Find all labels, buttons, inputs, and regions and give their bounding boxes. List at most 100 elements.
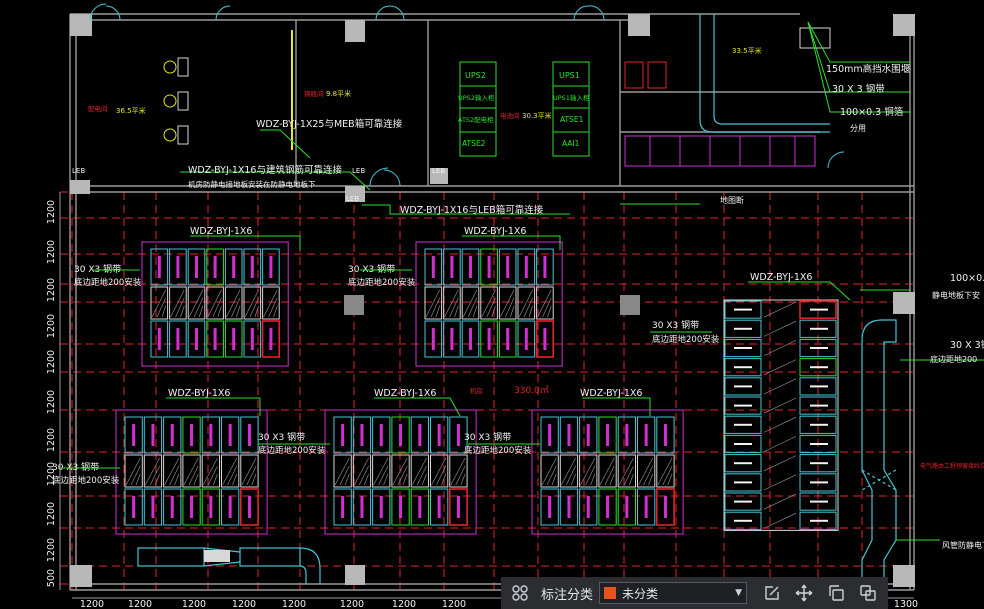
cabinet-label-mark bbox=[506, 256, 510, 278]
cabinet-cable-label: WDZ-BYJ-1X6 bbox=[190, 226, 252, 237]
cabinet-label-mark bbox=[213, 328, 217, 350]
cabinet-mount-label: 底边距地200安装 bbox=[348, 277, 416, 288]
right-rack-cable-label: WDZ-BYJ-1X6 bbox=[750, 272, 812, 283]
right-edge-steel: 30 X 3钢 bbox=[950, 339, 984, 351]
cabinet-label-mark bbox=[586, 424, 590, 446]
cabinet-label-mark bbox=[734, 423, 752, 426]
dimension-label-bottom: 1200 bbox=[282, 599, 306, 609]
dimension-label-left: 1200 bbox=[46, 502, 57, 526]
cabinet-label-mark bbox=[487, 328, 491, 350]
cabinet-label-mark bbox=[269, 328, 273, 350]
dimension-label-left: 1200 bbox=[46, 428, 57, 452]
cabinet-label-mark bbox=[399, 496, 403, 518]
area-left: 36.5平米 bbox=[116, 106, 146, 115]
category-value: 未分类 bbox=[622, 586, 659, 601]
fan-note: 风管防静电下安装 bbox=[942, 540, 984, 550]
grid-icon[interactable] bbox=[507, 580, 533, 606]
ups2-sub-label: UPS2输入柜 bbox=[458, 93, 495, 102]
cabinet-label-mark bbox=[734, 347, 752, 349]
cabinet-label-mark bbox=[250, 256, 254, 278]
cabinet-label-mark bbox=[437, 496, 441, 518]
cabinet-label-mark bbox=[543, 256, 547, 278]
copy-icon[interactable] bbox=[823, 580, 849, 606]
cabinet-label-mark bbox=[250, 328, 254, 350]
dimension-label-bottom: 1200 bbox=[442, 599, 466, 609]
dimension-label-left: 500 bbox=[46, 569, 57, 587]
cabinet-steel-label: 30 X3 钢带 bbox=[464, 431, 511, 443]
cabinet-label-mark bbox=[567, 424, 571, 446]
byj16-building-note: 机房防静电接地板安装在防静电地板下 bbox=[188, 179, 316, 189]
cabinet-mount-label: 底边距地200安装 bbox=[74, 277, 142, 288]
room-label-mid: 钢瓶间 bbox=[304, 90, 324, 98]
ates1-label: ATSE1 bbox=[560, 115, 584, 124]
cabinet-label-mark bbox=[232, 328, 236, 350]
cabinet-label-mark bbox=[606, 424, 610, 446]
layers-icon[interactable] bbox=[855, 580, 881, 606]
cabinet-label-mark bbox=[157, 256, 161, 278]
dimension-label-bottom: 1200 bbox=[340, 599, 364, 609]
cabinet-cable-label: WDZ-BYJ-1X6 bbox=[374, 388, 436, 399]
right-rack-steel-label: 30 X3 钢带 bbox=[652, 319, 699, 331]
cabinet-label-mark bbox=[195, 328, 198, 350]
dimension-label-left: 1200 bbox=[46, 240, 57, 264]
water-barrier-label: 150mm高挡水围堰 bbox=[826, 63, 911, 75]
plate-right-label: 分用 bbox=[850, 124, 866, 133]
cabinet-label-mark bbox=[360, 424, 364, 446]
cabinet-label-mark bbox=[810, 519, 828, 522]
cutoff-label: 地图断 bbox=[720, 195, 744, 205]
cabinet-label-mark bbox=[151, 424, 155, 446]
annotation-toolbar: 标注分类 未分类 ▼ bbox=[501, 577, 888, 609]
cabinet-label-mark bbox=[810, 443, 828, 445]
cabinet-label-mark bbox=[810, 366, 828, 369]
leb-label-ups: LEB bbox=[432, 167, 445, 175]
byj16-building-label: WDZ-BYJ-1X16与建筑钢筋可靠连接 bbox=[188, 164, 342, 176]
edit-icon[interactable] bbox=[759, 580, 785, 606]
cabinet-label-mark bbox=[734, 308, 752, 311]
cad-drawing-canvas[interactable]: UPS2 UPS2输入柜 ATS2配电柜 ATSE2 UPS1 UPS1输入柜 … bbox=[0, 0, 984, 609]
cabinet-label-mark bbox=[810, 423, 828, 426]
cabinet-label-mark bbox=[247, 496, 251, 518]
cabinet-label-mark bbox=[644, 424, 648, 446]
cabinet-label-mark bbox=[360, 496, 364, 518]
cabinet-label-mark bbox=[524, 328, 528, 350]
cabinet-label-mark bbox=[170, 496, 174, 518]
cabinet-cable-label: WDZ-BYJ-1X6 bbox=[580, 388, 642, 399]
cabinet-label-mark bbox=[213, 256, 217, 278]
cabinet-label-mark bbox=[418, 496, 422, 518]
cabinet-label-mark bbox=[209, 424, 213, 446]
move-icon[interactable] bbox=[791, 580, 817, 606]
cabinet-label-mark bbox=[399, 424, 403, 446]
dimension-label-left: 1200 bbox=[46, 538, 57, 562]
dimension-label-bottom: 1300 bbox=[894, 599, 918, 609]
ats2-label: ATS2配电柜 bbox=[458, 115, 494, 124]
cabinet-label-mark bbox=[247, 424, 251, 446]
cabinet-label-mark bbox=[469, 256, 472, 278]
leb-label-mid: LEB bbox=[346, 195, 359, 203]
dimension-label-bottom: 1200 bbox=[80, 599, 104, 609]
cabinet-label-mark bbox=[157, 328, 161, 350]
cabinet-label-mark bbox=[734, 385, 752, 388]
cabinet-label-mark bbox=[548, 496, 552, 518]
room-label-main: 机房 bbox=[470, 386, 483, 395]
category-label: 标注分类 bbox=[541, 587, 594, 603]
right-edge-note: 静电地板下安 bbox=[932, 290, 980, 300]
right-edge-foil: 100×0. bbox=[950, 273, 984, 284]
cabinet-label-mark bbox=[418, 424, 422, 446]
cabinet-label-mark bbox=[734, 366, 752, 369]
cabinet-steel-label: 30 X3 钢带 bbox=[52, 461, 99, 473]
cabinet-label-mark bbox=[450, 256, 454, 278]
cabinet-label-mark bbox=[456, 424, 460, 446]
cabinet-label-mark bbox=[734, 462, 752, 465]
cabinet-label-mark bbox=[379, 496, 383, 518]
dimension-label-left: 1200 bbox=[46, 200, 57, 224]
cabinet-label-mark bbox=[625, 496, 629, 518]
cad-viewer[interactable]: UPS2 UPS2输入柜 ATS2配电柜 ATSE2 UPS1 UPS1输入柜 … bbox=[0, 0, 984, 609]
category-select[interactable]: 未分类 ▼ bbox=[599, 582, 748, 604]
cabinet-label-mark bbox=[341, 424, 345, 446]
cabinet-mount-label: 底边距地200安装 bbox=[52, 475, 120, 486]
cabinet-label-mark bbox=[209, 496, 213, 518]
right-rack-mount-label: 底边距地200安装 bbox=[652, 334, 720, 345]
cabinet-label-mark bbox=[810, 385, 828, 388]
area-main: 330.0㎡ bbox=[514, 385, 549, 396]
cabinet-cable-label: WDZ-BYJ-1X6 bbox=[168, 388, 230, 399]
